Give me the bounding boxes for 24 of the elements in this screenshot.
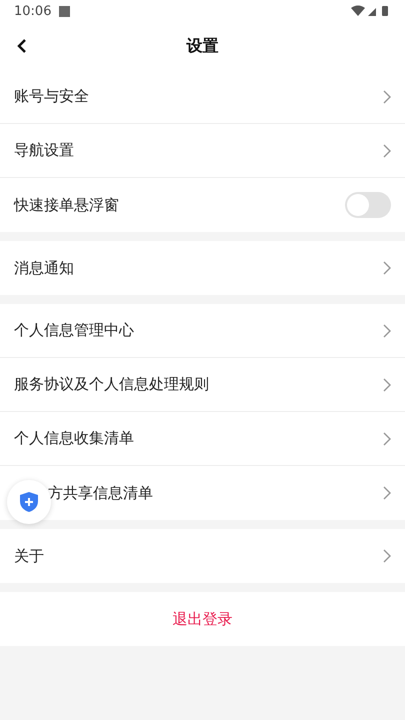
status-time: 10:06 (14, 4, 52, 18)
setting-label: 快速接单悬浮窗 (14, 196, 120, 214)
toggle-switch[interactable] (345, 192, 391, 218)
setting-label: 服务协议及个人信息处理规则 (14, 375, 210, 394)
chevron-icon[interactable] (383, 261, 391, 275)
setting-label: 个人信息管理中心 (14, 321, 135, 340)
page-title: 设置 (186, 36, 218, 56)
shield-icon (19, 491, 39, 513)
setting-label: 导航设置 (14, 141, 75, 160)
setting-label: 关于 (14, 546, 45, 566)
chevron-icon[interactable] (383, 90, 391, 104)
back-icon[interactable] (16, 38, 28, 54)
chevron-icon[interactable] (383, 144, 391, 158)
setting-label: 消息通知 (14, 258, 75, 278)
setting-label: 方共享信息清单 (48, 484, 153, 502)
status-icons (351, 5, 391, 17)
setting-label: 个人信息收集清单 (14, 429, 135, 448)
chevron-icon[interactable] (383, 324, 391, 338)
chevron-icon[interactable] (383, 486, 391, 500)
chevron-icon[interactable] (383, 432, 391, 446)
notification-icon (59, 6, 70, 16)
chevron-icon[interactable] (383, 549, 391, 563)
chevron-icon[interactable] (383, 378, 391, 392)
setting-label: 账号与安全 (14, 87, 90, 106)
